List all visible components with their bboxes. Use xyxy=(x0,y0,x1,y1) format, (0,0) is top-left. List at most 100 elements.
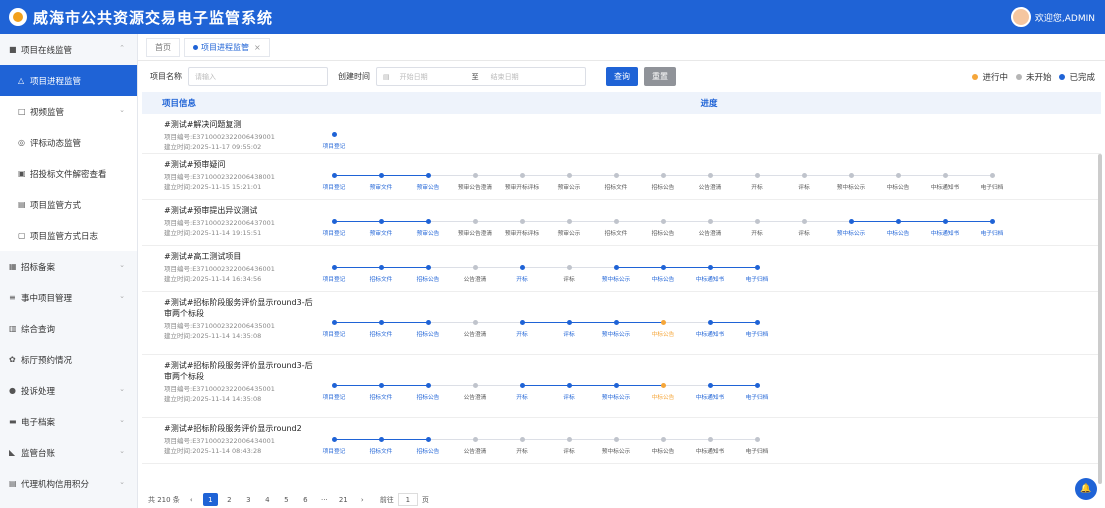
prev-page-button[interactable]: ‹ xyxy=(184,493,199,506)
sidebar-item-8[interactable]: ≡ 事中项目管理 ⌄ xyxy=(0,282,137,313)
progress-step[interactable]: 招标公告 xyxy=(405,265,451,283)
sidebar-item-1[interactable]: △ 项目进程监管 xyxy=(0,65,137,96)
sidebar-item-7[interactable]: ▦ 招标备案 ⌄ xyxy=(0,251,137,282)
next-page-button[interactable]: › xyxy=(355,493,370,506)
progress-step[interactable]: 中标通知书 xyxy=(922,219,968,237)
progress-step[interactable]: 评标 xyxy=(546,437,592,455)
progress-step[interactable]: 项目登记 xyxy=(311,132,357,150)
tab-project-progress[interactable]: 项目进程监管 × xyxy=(184,37,270,57)
bell-icon[interactable]: 🔔 xyxy=(1075,478,1097,500)
progress-step[interactable]: 开标 xyxy=(499,265,545,283)
progress-step[interactable]: 预审文件 xyxy=(358,173,404,191)
progress-step[interactable]: 评标 xyxy=(546,383,592,401)
progress-step[interactable]: 电子归档 xyxy=(734,320,780,338)
progress-step[interactable]: 招标公告 xyxy=(405,383,451,401)
progress-step[interactable]: 预审公示 xyxy=(546,219,592,237)
progress-step[interactable]: 公告澄清 xyxy=(452,437,498,455)
user-menu[interactable]: 欢迎您,ADMIN xyxy=(1010,7,1095,27)
progress-step[interactable]: 开标 xyxy=(734,219,780,237)
page-button[interactable]: 21 xyxy=(336,493,351,506)
progress-step[interactable]: 电子归档 xyxy=(734,437,780,455)
project-title[interactable]: #测试#预审提出异议测试 xyxy=(164,205,317,216)
progress-step[interactable]: 评标 xyxy=(546,265,592,283)
project-title[interactable]: #测试#招标阶段服务评价显示round3-后审两个标段 xyxy=(164,297,317,319)
progress-step[interactable]: 预中标公示 xyxy=(828,219,874,237)
progress-step[interactable]: 评标 xyxy=(781,173,827,191)
date-range-input[interactable]: ▤ 开始日期 至 结束日期 xyxy=(376,67,586,86)
progress-step[interactable]: 项目登记 xyxy=(311,320,357,338)
sidebar-item-9[interactable]: ▥ 综合查询 xyxy=(0,313,137,344)
page-button[interactable]: 6 xyxy=(298,493,313,506)
sidebar-item-5[interactable]: ▤ 项目监管方式 xyxy=(0,189,137,220)
sidebar-item-11[interactable]: ● 投诉处理 ⌄ xyxy=(0,375,137,406)
progress-step[interactable]: 中标通知书 xyxy=(687,265,733,283)
progress-step[interactable]: 招标文件 xyxy=(593,219,639,237)
reset-button[interactable]: 重置 xyxy=(644,67,676,86)
page-button[interactable]: 5 xyxy=(279,493,294,506)
page-button[interactable]: 1 xyxy=(202,493,218,506)
progress-step[interactable]: 公告澄清 xyxy=(687,173,733,191)
progress-step[interactable]: 项目登记 xyxy=(311,219,357,237)
progress-step[interactable]: 中标公告 xyxy=(875,219,921,237)
progress-step[interactable]: 中标公告 xyxy=(875,173,921,191)
progress-step[interactable]: 中标公告 xyxy=(640,265,686,283)
scrollbar[interactable] xyxy=(1098,154,1102,484)
progress-step[interactable]: 项目登记 xyxy=(311,265,357,283)
sidebar-item-13[interactable]: ◣ 监管台账 ⌄ xyxy=(0,437,137,468)
progress-step[interactable]: 招标公告 xyxy=(640,173,686,191)
progress-step[interactable]: 公告澄清 xyxy=(452,265,498,283)
project-name-input[interactable]: 请输入 xyxy=(188,67,328,86)
progress-step[interactable]: 预审公告 xyxy=(405,173,451,191)
project-title[interactable]: #测试#招标阶段服务评价显示round3-后审两个标段 xyxy=(164,360,317,382)
progress-step[interactable]: 预审开标评标 xyxy=(499,173,545,191)
sidebar-item-2[interactable]: □ 视频监管 ⌄ xyxy=(0,96,137,127)
tab-home[interactable]: 首页 xyxy=(146,37,180,57)
progress-step[interactable]: 公告澄清 xyxy=(687,219,733,237)
progress-step[interactable]: 电子归档 xyxy=(734,383,780,401)
sidebar-item-3[interactable]: ◎ 评标动态监管 xyxy=(0,127,137,158)
progress-step[interactable]: 开标 xyxy=(734,173,780,191)
project-title[interactable]: #测试#预审疑问 xyxy=(164,159,317,170)
progress-step[interactable]: 招标文件 xyxy=(358,320,404,338)
progress-step[interactable]: 评标 xyxy=(546,320,592,338)
progress-step[interactable]: 中标通知书 xyxy=(922,173,968,191)
progress-step[interactable]: 预审文件 xyxy=(358,219,404,237)
progress-step[interactable]: 电子归档 xyxy=(969,173,1015,191)
project-title[interactable]: #测试#解决问题复测 xyxy=(164,119,317,130)
progress-step[interactable]: 中标公告 xyxy=(640,437,686,455)
query-button[interactable]: 查询 xyxy=(606,67,638,86)
sidebar-item-15[interactable]: ▤建设工程量化记分⌄ xyxy=(0,499,137,508)
progress-step[interactable]: 电子归档 xyxy=(734,265,780,283)
progress-step[interactable]: 项目登记 xyxy=(311,383,357,401)
sidebar-item-14[interactable]: ▤ 代理机构信用积分 ⌄ xyxy=(0,468,137,499)
sidebar-item-10[interactable]: ✿ 标厅预约情况 xyxy=(0,344,137,375)
progress-step[interactable]: 招标公告 xyxy=(405,437,451,455)
sidebar-item-4[interactable]: ▣ 招投标文件解密查看 xyxy=(0,158,137,189)
progress-step[interactable]: 评标 xyxy=(781,219,827,237)
close-icon[interactable]: × xyxy=(254,43,261,52)
progress-step[interactable]: 预中标公示 xyxy=(593,437,639,455)
project-title[interactable]: #测试#招标阶段服务评价显示round2 xyxy=(164,423,317,434)
sidebar-item-12[interactable]: ▬ 电子档案 ⌄ xyxy=(0,406,137,437)
sidebar-item-6[interactable]: ▢ 项目监管方式日志 xyxy=(0,220,137,251)
progress-step[interactable]: 招标文件 xyxy=(358,383,404,401)
progress-step[interactable]: 招标公告 xyxy=(405,320,451,338)
progress-step[interactable]: 公告澄清 xyxy=(452,383,498,401)
start-date[interactable]: 开始日期 xyxy=(400,72,460,82)
progress-step[interactable]: 招标文件 xyxy=(358,437,404,455)
end-date[interactable]: 结束日期 xyxy=(491,72,519,82)
progress-step[interactable]: 预中标公示 xyxy=(593,320,639,338)
progress-step[interactable]: 预中标公示 xyxy=(828,173,874,191)
project-title[interactable]: #测试#高工测试项目 xyxy=(164,251,317,262)
progress-step[interactable]: 招标公告 xyxy=(640,219,686,237)
sidebar-item-0[interactable]: ■ 项目在线监管 ⌃ xyxy=(0,34,137,65)
progress-step[interactable]: 预审公告澄清 xyxy=(452,219,498,237)
progress-step[interactable]: 中标通知书 xyxy=(687,383,733,401)
progress-step[interactable]: 中标公告 xyxy=(640,383,686,401)
progress-step[interactable]: 预审开标评标 xyxy=(499,219,545,237)
page-input[interactable]: 1 xyxy=(397,493,418,506)
progress-step[interactable]: 预审公示 xyxy=(546,173,592,191)
progress-step[interactable]: 预中标公示 xyxy=(593,265,639,283)
progress-step[interactable]: 招标文件 xyxy=(358,265,404,283)
progress-step[interactable]: 开标 xyxy=(499,320,545,338)
